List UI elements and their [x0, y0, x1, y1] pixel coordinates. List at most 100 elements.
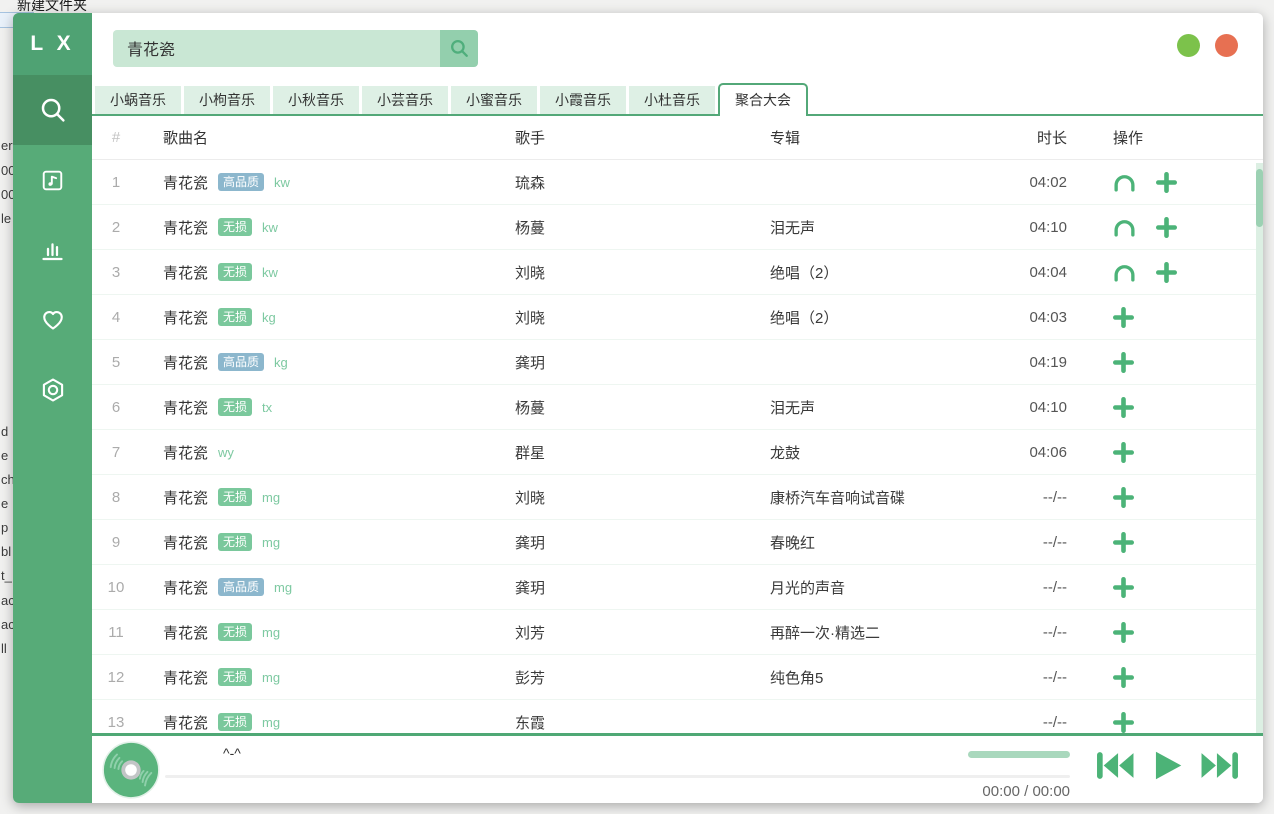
- song-name-cell[interactable]: 青花瓷 wy: [140, 442, 492, 463]
- album-cell[interactable]: 龙鼓: [747, 442, 997, 463]
- artist-cell[interactable]: 刘晓: [492, 487, 747, 508]
- artist-cell[interactable]: 刘晓: [492, 262, 747, 283]
- table-row[interactable]: 1 青花瓷 高品质 kw 琉森 04:02: [92, 160, 1263, 205]
- song-name-cell[interactable]: 青花瓷 无损 mg: [140, 667, 492, 688]
- search-input[interactable]: [113, 30, 440, 67]
- previous-track-button[interactable]: [1096, 750, 1135, 781]
- tab-7[interactable]: 小杜音乐: [629, 86, 715, 114]
- add-button[interactable]: [1113, 397, 1134, 418]
- table-row[interactable]: 10 青花瓷 高品质 mg 龚玥 月光的声音 --/--: [92, 565, 1263, 610]
- quality-badge: 高品质: [218, 353, 264, 371]
- album-cell[interactable]: 月光的声音: [747, 577, 997, 598]
- artist-cell[interactable]: 刘芳: [492, 622, 747, 643]
- artist-cell[interactable]: 东霞: [492, 712, 747, 733]
- song-name-cell[interactable]: 青花瓷 高品质 kw: [140, 172, 492, 193]
- album-cell[interactable]: 泪无声: [747, 217, 997, 238]
- search-button[interactable]: [440, 30, 478, 67]
- song-name-cell[interactable]: 青花瓷 无损 kw: [140, 262, 492, 283]
- album-cell[interactable]: 春晚红: [747, 532, 997, 553]
- album-cell[interactable]: 泪无声: [747, 397, 997, 418]
- add-button[interactable]: [1156, 172, 1177, 193]
- add-button[interactable]: [1113, 577, 1134, 598]
- plus-icon: [1156, 217, 1177, 238]
- artist-cell[interactable]: 琉森: [492, 172, 747, 193]
- source-tag: kw: [262, 265, 278, 280]
- table-row[interactable]: 6 青花瓷 无损 tx 杨蔓 泪无声 04:10: [92, 385, 1263, 430]
- actions-cell: [1075, 262, 1263, 283]
- add-button[interactable]: [1113, 487, 1134, 508]
- artist-cell[interactable]: 刘晓: [492, 307, 747, 328]
- table-row[interactable]: 9 青花瓷 无损 mg 龚玥 春晚红 --/--: [92, 520, 1263, 565]
- artist-cell[interactable]: 群星: [492, 442, 747, 463]
- add-button[interactable]: [1113, 712, 1134, 733]
- listen-button[interactable]: [1113, 218, 1136, 237]
- album-cell[interactable]: 纯色角5: [747, 667, 997, 688]
- song-name-cell[interactable]: 青花瓷 无损 mg: [140, 622, 492, 643]
- song-name-cell[interactable]: 青花瓷 无损 mg: [140, 532, 492, 553]
- scrollbar-track[interactable]: [1256, 163, 1263, 733]
- sidebar-item-favorites[interactable]: [13, 285, 92, 355]
- table-row[interactable]: 7 青花瓷 wy 群星 龙鼓 04:06: [92, 430, 1263, 475]
- table-row[interactable]: 13 青花瓷 无损 mg 东霞 --/--: [92, 700, 1263, 733]
- minimize-button[interactable]: [1177, 34, 1200, 57]
- add-button[interactable]: [1113, 352, 1134, 373]
- row-index: 10: [92, 579, 140, 596]
- artist-cell[interactable]: 龚玥: [492, 577, 747, 598]
- table-row[interactable]: 2 青花瓷 无损 kw 杨蔓 泪无声 04:10: [92, 205, 1263, 250]
- table-row[interactable]: 5 青花瓷 高品质 kg 龚玥 04:19: [92, 340, 1263, 385]
- artist-cell[interactable]: 杨蔓: [492, 397, 747, 418]
- artist-cell[interactable]: 杨蔓: [492, 217, 747, 238]
- add-button[interactable]: [1156, 262, 1177, 283]
- song-name-cell[interactable]: 青花瓷 高品质 kg: [140, 352, 492, 373]
- table-row[interactable]: 11 青花瓷 无损 mg 刘芳 再醉一次·精选二 --/--: [92, 610, 1263, 655]
- quality-badge: 无损: [218, 308, 252, 326]
- artist-cell[interactable]: 龚玥: [492, 352, 747, 373]
- sidebar-item-search[interactable]: [13, 75, 92, 145]
- song-name-cell[interactable]: 青花瓷 无损 kg: [140, 307, 492, 328]
- song-name-cell[interactable]: 青花瓷 无损 kw: [140, 217, 492, 238]
- player-status-text: ^-^: [223, 745, 241, 761]
- add-button[interactable]: [1156, 217, 1177, 238]
- add-button[interactable]: [1113, 532, 1134, 553]
- table-row[interactable]: 8 青花瓷 无损 mg 刘晓 康桥汽车音响试音碟 --/--: [92, 475, 1263, 520]
- listen-button[interactable]: [1113, 173, 1136, 192]
- table-row[interactable]: 3 青花瓷 无损 kw 刘晓 绝唱（2） 04:04: [92, 250, 1263, 295]
- tab-6[interactable]: 小霞音乐: [540, 86, 626, 114]
- close-button[interactable]: [1215, 34, 1238, 57]
- progress-bar[interactable]: [165, 775, 1070, 778]
- next-track-button[interactable]: [1200, 750, 1239, 781]
- table-row[interactable]: 12 青花瓷 无损 mg 彭芳 纯色角5 --/--: [92, 655, 1263, 700]
- tab-5[interactable]: 小蜜音乐: [451, 86, 537, 114]
- row-index: 3: [92, 264, 140, 281]
- song-name-cell[interactable]: 青花瓷 高品质 mg: [140, 577, 492, 598]
- table-row[interactable]: 4 青花瓷 无损 kg 刘晓 绝唱（2） 04:03: [92, 295, 1263, 340]
- tab-2[interactable]: 小枸音乐: [184, 86, 270, 114]
- scrollbar-thumb[interactable]: [1256, 169, 1263, 227]
- album-cell[interactable]: 绝唱（2）: [747, 262, 997, 283]
- app-window: L X 小蜗音乐小枸音乐小秋音乐小芸音乐小蜜音: [13, 13, 1263, 803]
- sidebar-item-ranking[interactable]: [13, 215, 92, 285]
- sidebar-item-settings[interactable]: [13, 355, 92, 425]
- album-cell[interactable]: 再醉一次·精选二: [747, 622, 997, 643]
- album-cell[interactable]: 绝唱（2）: [747, 307, 997, 328]
- album-cell[interactable]: 康桥汽车音响试音碟: [747, 487, 997, 508]
- add-button[interactable]: [1113, 667, 1134, 688]
- headphone-icon: [1113, 263, 1136, 282]
- play-button[interactable]: [1151, 749, 1184, 782]
- song-name-cell[interactable]: 青花瓷 无损 mg: [140, 487, 492, 508]
- tab-1[interactable]: 小蜗音乐: [95, 86, 181, 114]
- sidebar-item-music-list[interactable]: [13, 145, 92, 215]
- listen-button[interactable]: [1113, 263, 1136, 282]
- add-button[interactable]: [1113, 442, 1134, 463]
- tab-3[interactable]: 小秋音乐: [273, 86, 359, 114]
- album-disc-icon[interactable]: [102, 741, 160, 799]
- artist-cell[interactable]: 龚玥: [492, 532, 747, 553]
- artist-cell[interactable]: 彭芳: [492, 667, 747, 688]
- add-button[interactable]: [1113, 622, 1134, 643]
- volume-bar[interactable]: [968, 751, 1070, 758]
- song-name-cell[interactable]: 青花瓷 无损 tx: [140, 397, 492, 418]
- tab-8[interactable]: 聚合大会: [718, 83, 808, 116]
- tab-4[interactable]: 小芸音乐: [362, 86, 448, 114]
- song-name-cell[interactable]: 青花瓷 无损 mg: [140, 712, 492, 733]
- add-button[interactable]: [1113, 307, 1134, 328]
